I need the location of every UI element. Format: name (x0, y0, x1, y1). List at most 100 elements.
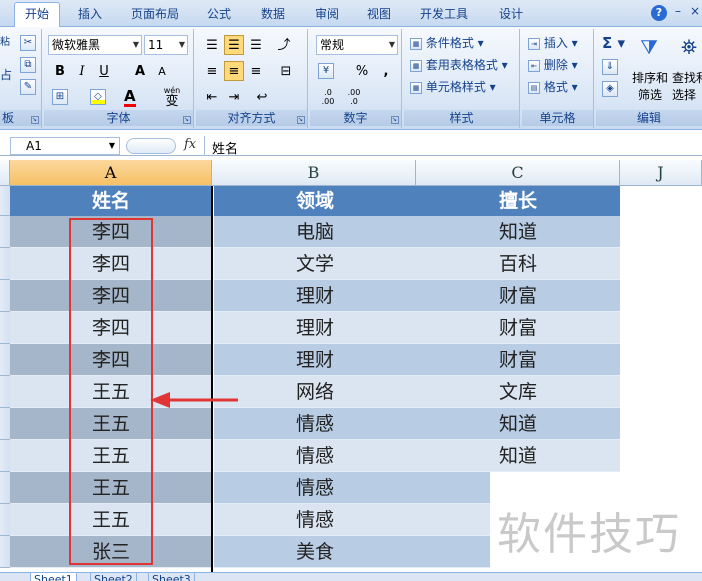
column-header-b[interactable]: B (212, 160, 416, 186)
orientation-icon[interactable]: ⤴ (274, 35, 294, 55)
row-header[interactable] (0, 344, 10, 376)
percent-button[interactable]: % (352, 61, 372, 81)
number-launcher-icon[interactable]: ↘ (391, 116, 399, 124)
decrease-decimal-button[interactable]: .00 .0 (342, 87, 366, 107)
sort-filter-icon[interactable]: ⧩ (634, 35, 664, 63)
row-header[interactable] (0, 472, 10, 504)
row-header[interactable] (0, 440, 10, 472)
row-header[interactable] (0, 216, 10, 248)
table-cell[interactable]: 理财 (214, 344, 416, 376)
table-cell[interactable]: 美食 (214, 536, 416, 568)
format-painter-icon[interactable]: ✎ (20, 79, 36, 95)
table-cell[interactable]: 情感 (214, 408, 416, 440)
header-cell-skill[interactable]: 擅长 (416, 186, 620, 216)
row-header[interactable] (0, 536, 10, 568)
clear-icon[interactable]: ◈ (602, 81, 618, 97)
formula-input[interactable]: 姓名 (212, 138, 238, 157)
table-cell[interactable]: 文学 (214, 248, 416, 280)
font-launcher-icon[interactable]: ↘ (183, 116, 191, 124)
tab-design[interactable]: 设计 (488, 3, 534, 27)
row-header[interactable] (0, 186, 10, 216)
fill-icon[interactable]: ⇓ (602, 59, 618, 75)
increase-indent-icon[interactable]: ⇥ (224, 87, 244, 107)
tab-page-layout[interactable]: 页面布局 (124, 3, 186, 27)
align-left-icon[interactable]: ≡ (202, 61, 222, 81)
table-cell[interactable]: 财富 (416, 344, 620, 376)
table-cell[interactable]: 理财 (214, 312, 416, 344)
row-header[interactable] (0, 408, 10, 440)
align-bottom-icon[interactable]: ☰ (246, 35, 266, 55)
delete-cells-button[interactable]: ⇤ 删除 ▾ (528, 55, 578, 75)
underline-button[interactable]: U (94, 61, 114, 81)
table-cell[interactable]: 情感 (214, 440, 416, 472)
table-cell[interactable]: 财富 (416, 280, 620, 312)
table-cell[interactable]: 情感 (214, 472, 416, 504)
table-cell[interactable]: 财富 (416, 312, 620, 344)
minimize-icon[interactable]: – (675, 4, 681, 18)
copy-icon[interactable]: ⧉ (20, 57, 36, 73)
close-icon[interactable]: × (690, 4, 700, 18)
tab-insert[interactable]: 插入 (66, 3, 114, 27)
row-header[interactable] (0, 312, 10, 344)
tab-developer[interactable]: 开发工具 (412, 3, 476, 27)
binoculars-icon[interactable]: ⛯ (676, 35, 702, 63)
table-cell[interactable]: 理财 (214, 280, 416, 312)
phonetic-button[interactable]: wén 变 (156, 87, 188, 109)
tab-formulas[interactable]: 公式 (196, 3, 242, 27)
bold-button[interactable]: B (50, 61, 70, 81)
help-icon[interactable]: ? (651, 5, 667, 21)
increase-decimal-button[interactable]: .0 .00 (316, 87, 340, 107)
align-right-icon[interactable]: ≡ (246, 61, 266, 81)
row-header[interactable] (0, 248, 10, 280)
comma-button[interactable]: , (376, 61, 396, 81)
sheet-tab-1[interactable]: Sheet1 (30, 573, 77, 581)
wrap-text-icon[interactable]: ↩ (252, 87, 272, 107)
align-top-icon[interactable]: ☰ (202, 35, 222, 55)
merge-center-icon[interactable]: ⊟ (276, 61, 296, 81)
table-cell[interactable]: 知道 (416, 216, 620, 248)
sort-filter-button[interactable]: 排序和 筛选 (630, 69, 670, 103)
column-header-c[interactable]: C (416, 160, 620, 186)
table-cell[interactable]: 知道 (416, 440, 620, 472)
cut-icon[interactable]: ✂ (20, 35, 36, 51)
row-header[interactable] (0, 280, 10, 312)
grow-font-button[interactable]: A (130, 61, 150, 81)
paste-button-stub[interactable]: 粘 (0, 33, 10, 53)
table-cell[interactable]: 百科 (416, 248, 620, 280)
tab-view[interactable]: 视图 (356, 3, 402, 27)
tab-review[interactable]: 审阅 (304, 3, 350, 27)
autosum-button[interactable]: Σ ▾ (602, 33, 625, 53)
italic-button[interactable]: I (72, 61, 92, 81)
table-cell[interactable]: 文库 (416, 376, 620, 408)
name-box[interactable]: A1 ▼ (10, 137, 120, 155)
tab-home[interactable]: 开始 (14, 2, 60, 27)
font-name-select[interactable]: 微软雅黑 ▼ (48, 35, 142, 55)
header-cell-field[interactable]: 领域 (214, 186, 416, 216)
table-cell[interactable]: 情感 (214, 504, 416, 536)
number-format-select[interactable]: 常规 ▼ (316, 35, 398, 55)
header-cell-name[interactable]: 姓名 (10, 186, 212, 216)
table-cell[interactable]: 网络 (214, 376, 416, 408)
spreadsheet-grid[interactable]: A B C J 姓名 领域 擅长 李四 电脑 知道 李四 文学 百科 李四 理财 财富 李四 理财财… (0, 160, 702, 572)
insert-function-button[interactable]: fx (184, 137, 196, 152)
tab-data[interactable]: 数据 (250, 3, 296, 27)
border-icon[interactable]: ⊞ (52, 89, 68, 105)
align-center-icon[interactable]: ≡ (224, 61, 244, 81)
format-cells-button[interactable]: ▤ 格式 ▾ (528, 77, 578, 97)
cell-styles-button[interactable]: ▦ 单元格样式 ▾ (410, 77, 496, 97)
decrease-indent-icon[interactable]: ⇤ (202, 87, 222, 107)
font-color-icon[interactable]: A (124, 89, 136, 107)
column-header-a[interactable]: A (10, 160, 212, 186)
row-header[interactable] (0, 504, 10, 536)
align-middle-icon[interactable]: ☰ (224, 35, 244, 55)
formula-bar-resize-handle[interactable] (126, 138, 176, 154)
column-header-j[interactable]: J (620, 160, 702, 186)
conditional-format-button[interactable]: ▦ 条件格式 ▾ (410, 33, 484, 53)
table-cell[interactable]: 电脑 (214, 216, 416, 248)
insert-cells-button[interactable]: ⇥ 插入 ▾ (528, 33, 578, 53)
find-select-button[interactable]: 查找和选择 (672, 69, 702, 103)
row-header[interactable] (0, 376, 10, 408)
table-cell[interactable]: 知道 (416, 408, 620, 440)
currency-icon[interactable]: ¥ (318, 63, 334, 79)
font-size-select[interactable]: 11 ▼ (144, 35, 188, 55)
